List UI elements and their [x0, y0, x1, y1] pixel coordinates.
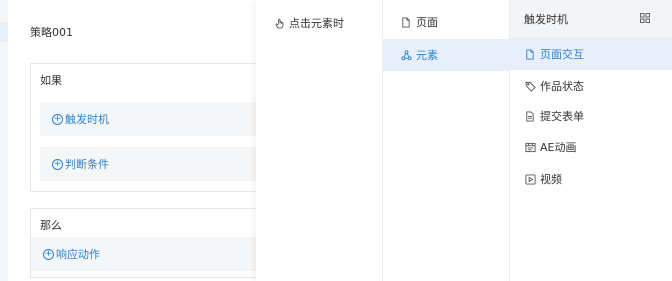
plus-circle-icon: +: [52, 158, 63, 170]
video-icon: [524, 173, 536, 185]
menu-item-page-interaction[interactable]: 页面交互: [510, 38, 672, 70]
menu-item-video[interactable]: 视频: [510, 163, 672, 195]
if-label: 如果: [40, 74, 62, 87]
menu-item-label: 页面交互: [540, 48, 584, 61]
grid-icon[interactable]: [640, 13, 650, 23]
form-icon: [524, 110, 536, 122]
menu-item-label: 页面: [416, 16, 438, 29]
if-section: 如果 + 触发时机 + 判断条件: [30, 63, 268, 192]
menu-item-click-element[interactable]: 点击元素时: [256, 7, 382, 39]
add-condition-button[interactable]: + 判断条件: [40, 147, 265, 181]
trigger-menu: 触发时机 页面交互 作品状态 提交表单 AE动画 视频: [510, 0, 672, 281]
trigger-label: 触发时机: [65, 113, 109, 126]
menu-item-page[interactable]: 页面: [383, 6, 509, 38]
animation-icon: [524, 141, 536, 153]
add-action-button[interactable]: + 响应动作: [31, 237, 267, 271]
action-label: 响应动作: [56, 248, 100, 261]
element-nodes-icon: [400, 49, 412, 61]
policy-title: 策略001: [30, 26, 73, 39]
menu-item-label: 作品状态: [540, 80, 584, 93]
menu-item-label: 视频: [540, 173, 562, 186]
plus-circle-icon: +: [52, 113, 63, 125]
condition-label: 判断条件: [65, 158, 109, 171]
then-section: 那么 + 响应动作: [30, 208, 268, 278]
menu-item-ae-animation[interactable]: AE动画: [510, 131, 672, 163]
selected-strip: [0, 22, 8, 42]
menu-item-submit-form[interactable]: 提交表单: [510, 100, 672, 132]
plus-circle-icon: +: [43, 248, 54, 260]
tag-icon: [524, 80, 536, 92]
page-icon: [400, 16, 412, 28]
policy-card: 策略001 如果 + 触发时机 + 判断条件 那么 + 响应动作: [8, 0, 268, 281]
menu-item-label: 点击元素时: [289, 17, 344, 30]
menu-item-label: 提交表单: [540, 110, 584, 123]
menu-item-label: AE动画: [540, 141, 577, 154]
menu-item-work-status[interactable]: 作品状态: [510, 70, 672, 102]
event-menu: 点击元素时: [256, 0, 383, 281]
menu-item-element[interactable]: 元素: [383, 39, 509, 71]
trigger-menu-title: 触发时机: [524, 13, 568, 26]
add-trigger-button[interactable]: + 触发时机: [40, 102, 265, 136]
hand-pointer-icon: [273, 17, 285, 29]
then-label: 那么: [40, 219, 62, 232]
page-icon: [524, 48, 536, 60]
menu-item-label: 元素: [416, 49, 438, 62]
target-menu: 页面 元素: [383, 0, 510, 281]
